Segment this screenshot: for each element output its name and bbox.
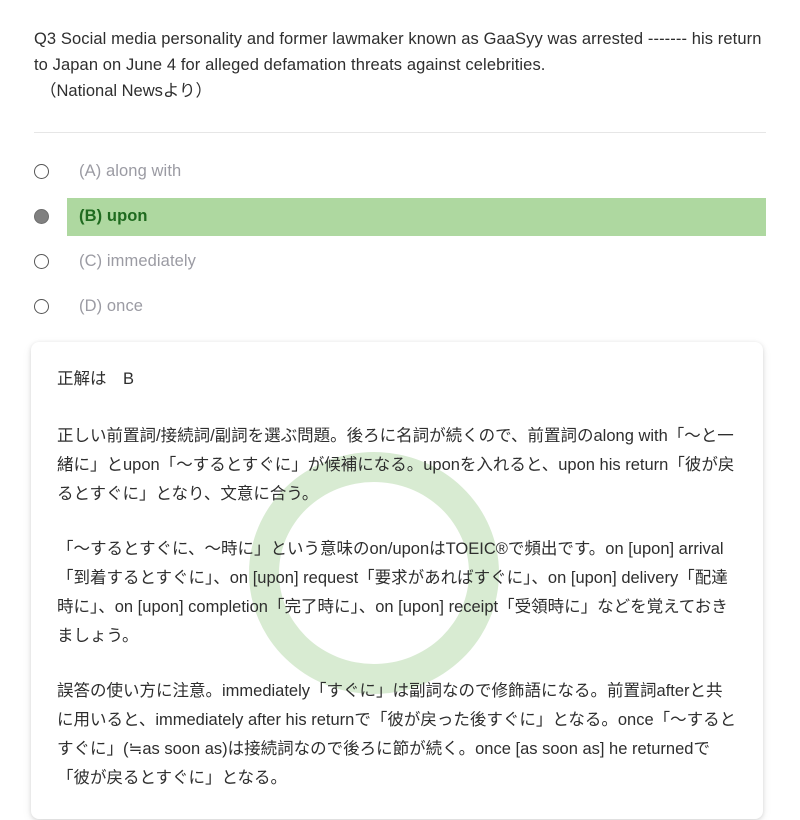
option-label-wrap-c: (C) immediately — [67, 243, 766, 281]
option-label-c: (C) immediately — [79, 252, 197, 270]
radio-icon-c[interactable] — [34, 254, 49, 269]
option-row-c[interactable]: (C) immediately — [0, 239, 766, 284]
option-label-wrap-b: (B) upon — [67, 197, 766, 236]
radio-icon-a[interactable] — [34, 164, 49, 179]
explanation-content: 正解は B 正しい前置詞/接続詞/副詞を選ぶ問題。後ろに名詞が続くので、前置詞の… — [57, 366, 737, 793]
radio-icon-d[interactable] — [34, 299, 49, 314]
explanation-card: 正解は B 正しい前置詞/接続詞/副詞を選ぶ問題。後ろに名詞が続くので、前置詞の… — [31, 342, 763, 819]
explanation-paragraph-1: 正しい前置詞/接続詞/副詞を選ぶ問題。後ろに名詞が続くので、前置詞のalong … — [57, 427, 735, 503]
radio-icon-b[interactable] — [34, 209, 49, 224]
explanation-paragraph-3: 誤答の使い方に注意。immediately「すぐに」は副詞なので修飾語になる。前… — [57, 682, 737, 787]
question-options-divider — [34, 132, 766, 133]
option-label-b: (B) upon — [79, 207, 148, 225]
answer-options-list: (A) along with (B) upon (C) immediately … — [0, 149, 800, 329]
question-block: Q3 Social media personality and former l… — [0, 0, 800, 104]
option-label-d: (D) once — [79, 297, 144, 315]
option-label-a: (A) along with — [79, 162, 182, 180]
option-row-b[interactable]: (B) upon — [0, 194, 766, 239]
option-row-d[interactable]: (D) once — [0, 284, 766, 329]
question-text: Q3 Social media personality and former l… — [34, 30, 762, 74]
explanation-paragraph-2: 「〜するとすぐに、〜時に」という意味のon/uponはTOEIC®で頻出です。o… — [57, 540, 728, 645]
correct-answer-line: 正解は B — [57, 370, 135, 388]
question-source: （National Newsより） — [40, 82, 213, 100]
option-row-a[interactable]: (A) along with — [0, 149, 766, 194]
option-label-wrap-a: (A) along with — [67, 153, 766, 191]
option-label-wrap-d: (D) once — [67, 288, 766, 326]
